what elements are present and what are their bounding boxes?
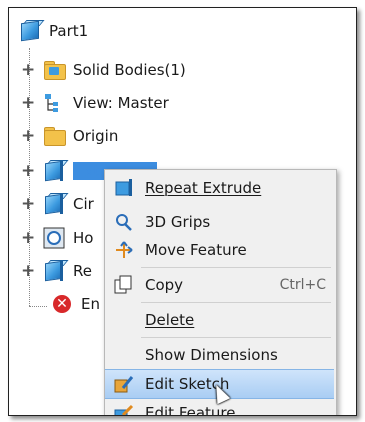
expand-feature-icon[interactable]: + xyxy=(21,263,35,280)
tree-item-end-of-part[interactable]: ✕ En xyxy=(51,289,100,319)
tree-item-label: Re xyxy=(73,262,92,280)
tree-item-label: Origin xyxy=(73,127,119,145)
menu-item-delete[interactable]: Delete xyxy=(105,306,334,334)
menu-item-label: Show Dimensions xyxy=(145,346,278,364)
solid-bodies-folder-icon xyxy=(43,59,66,81)
feature-icon xyxy=(43,260,69,282)
menu-item-label: Repeat Extrude xyxy=(145,179,262,197)
move-feature-icon xyxy=(113,240,135,260)
tree-item-label: Ho xyxy=(73,229,94,247)
end-of-part-error-icon: ✕ xyxy=(51,293,73,315)
tree-item-feature[interactable]: Re xyxy=(43,256,92,286)
menu-item-label: Move Feature xyxy=(145,241,247,259)
menu-item-copy[interactable]: Copy Ctrl+C xyxy=(105,271,334,299)
view-tree-icon xyxy=(43,92,65,114)
tree-item-origin[interactable]: Origin xyxy=(43,121,118,151)
3d-grips-icon xyxy=(113,212,135,232)
menu-separator xyxy=(141,337,331,338)
expand-origin-icon[interactable]: + xyxy=(21,128,35,145)
hole-feature-icon xyxy=(43,227,65,249)
tree-root-part[interactable]: Part1 xyxy=(19,16,88,46)
menu-separator xyxy=(141,267,331,268)
copy-icon xyxy=(113,275,135,295)
tree-item-label: Solid Bodies(1) xyxy=(73,61,186,79)
edit-sketch-icon xyxy=(113,374,135,394)
tree-connector-end xyxy=(29,306,47,307)
part-cube-icon xyxy=(19,20,45,42)
menu-item-shortcut: Ctrl+C xyxy=(279,277,326,293)
tree-item-solid-bodies[interactable]: Solid Bodies(1) xyxy=(43,55,186,85)
folder-icon xyxy=(43,125,66,147)
menu-item-repeat-extrude[interactable]: Repeat Extrude xyxy=(105,174,334,202)
tree-item-hole[interactable]: Ho xyxy=(43,223,93,253)
browser-panel: Part1 + Solid Bodies(1) + View: Master +… xyxy=(8,7,357,416)
expand-feature-icon[interactable]: + xyxy=(21,196,35,213)
expand-hole-icon[interactable]: + xyxy=(21,230,35,247)
repeat-extrude-icon xyxy=(113,178,135,198)
menu-item-move-feature[interactable]: Move Feature xyxy=(105,236,334,264)
menu-item-label: Delete xyxy=(145,311,195,329)
tree-item-label: Cir xyxy=(73,195,94,213)
expand-solid-bodies-icon[interactable]: + xyxy=(21,62,35,79)
extrude-feature-icon xyxy=(43,160,69,182)
tree-item-label: View: Master xyxy=(73,94,169,112)
menu-item-label: Copy xyxy=(145,276,184,294)
feature-icon xyxy=(43,193,69,215)
tree-item-feature[interactable]: Cir xyxy=(43,189,94,219)
context-menu: Repeat Extrude 3D Grips Move Feature Cop… xyxy=(104,169,337,416)
expand-view-icon[interactable]: + xyxy=(21,95,35,112)
menu-item-3d-grips[interactable]: 3D Grips xyxy=(105,208,334,236)
expand-extrusion-icon[interactable]: + xyxy=(21,163,35,180)
tree-item-view-master[interactable]: View: Master xyxy=(43,88,169,118)
edit-feature-icon xyxy=(113,403,135,415)
tree-root-label: Part1 xyxy=(49,22,89,40)
menu-separator xyxy=(141,302,331,303)
menu-item-label: Edit Feature xyxy=(145,404,236,416)
menu-item-show-dimensions[interactable]: Show Dimensions xyxy=(105,341,334,369)
tree-item-label: En xyxy=(81,295,100,313)
menu-item-label: 3D Grips xyxy=(145,213,211,231)
